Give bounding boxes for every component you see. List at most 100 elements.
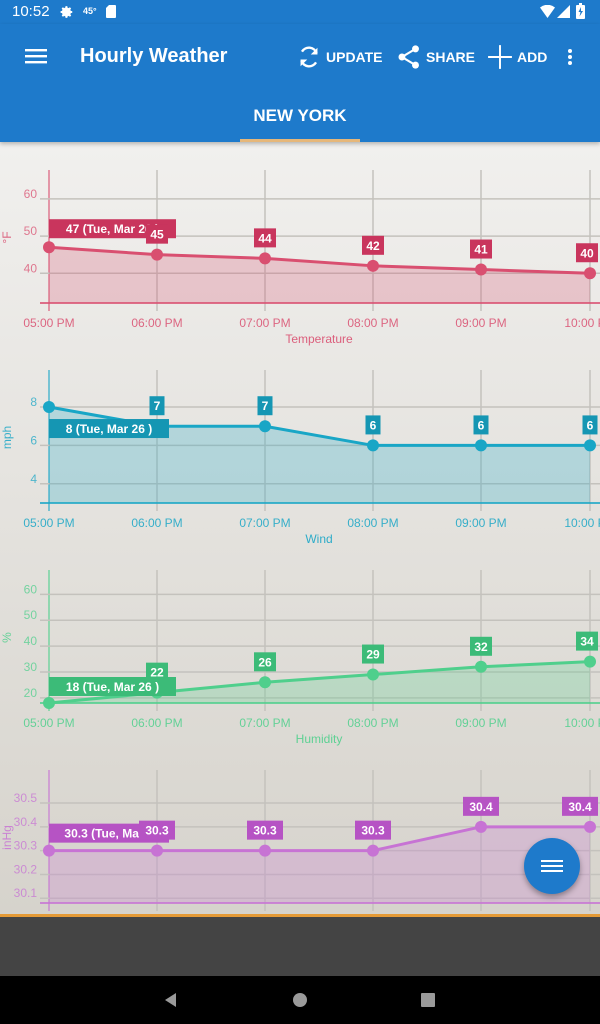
hamburger-icon[interactable] <box>22 44 50 68</box>
data-point <box>151 844 163 857</box>
x-tick-label: 10:00 PM <box>564 516 600 530</box>
x-tick-label: 08:00 PM <box>347 516 398 530</box>
data-label: 34 <box>580 635 594 649</box>
x-tick-label: 10:00 PM <box>564 716 600 730</box>
home-icon[interactable] <box>290 990 310 1010</box>
data-label: 45 <box>150 228 164 242</box>
x-tick-label: 06:00 PM <box>131 316 182 330</box>
update-button[interactable]: UPDATE <box>296 42 383 72</box>
more-vert-icon <box>568 49 572 65</box>
data-point <box>475 263 487 276</box>
chart-temperature: 40 50 60 47 (Tue, Mar 26 )45 44 42 41 40 05:00 P… <box>0 170 600 346</box>
x-tick-label: 05:00 PM <box>23 316 74 330</box>
data-point <box>475 439 487 452</box>
system-nav-bar <box>0 976 600 1024</box>
tab-label: NEW YORK <box>253 106 347 125</box>
gear-icon <box>60 6 73 18</box>
data-point <box>43 697 55 709</box>
chart-humidity: 20 30 40 50 60 18 (Tue, Mar 26 )22 26 29 32 34 05:… <box>0 570 600 746</box>
y-tick-label: 30.2 <box>14 862 38 876</box>
data-point <box>43 241 55 254</box>
plus-icon <box>488 45 512 69</box>
x-tick-label: 08:00 PM <box>347 316 398 330</box>
back-icon[interactable] <box>162 990 182 1010</box>
y-tick-label: 50 <box>24 608 38 622</box>
data-point <box>584 820 596 833</box>
refresh-icon <box>300 46 318 68</box>
charts-container[interactable]: 40 50 60 47 (Tue, Mar 26 ) 45 44 42 41 40 05:00 P… <box>0 142 600 914</box>
data-point <box>367 668 379 681</box>
wifi-icon <box>540 5 555 18</box>
data-point <box>475 660 487 673</box>
data-label: 22 <box>150 666 164 680</box>
data-label: 26 <box>258 655 272 669</box>
data-label: 40 <box>580 246 594 260</box>
data-point <box>475 820 487 833</box>
more-options-button[interactable] <box>562 42 578 72</box>
x-tick-label: 05:00 PM <box>23 716 74 730</box>
recents-icon[interactable] <box>418 990 438 1010</box>
y-tick-label: 60 <box>24 582 38 596</box>
y-tick-label: 30.5 <box>14 791 38 805</box>
y-axis-title: inHg <box>0 825 14 850</box>
data-label: 6 <box>478 418 485 432</box>
app-title: Hourly Weather <box>80 45 228 67</box>
data-point <box>259 844 271 857</box>
data-label: 18 (Tue, Mar 26 ) <box>66 680 159 694</box>
tab-indicator <box>240 139 360 142</box>
data-point <box>259 252 271 265</box>
data-label: 6 <box>370 418 377 432</box>
y-tick-label: 20 <box>24 686 38 700</box>
x-tick-label: 06:00 PM <box>131 516 182 530</box>
data-label: 30.3 <box>145 824 169 838</box>
x-axis-title: Wind <box>305 532 332 546</box>
x-tick-label: 09:00 PM <box>455 716 506 730</box>
data-label: 44 <box>258 231 272 245</box>
share-button[interactable]: SHARE <box>396 42 475 72</box>
status-time: 10:52 <box>12 3 50 20</box>
tab-new-york[interactable]: NEW YORK <box>240 98 360 142</box>
data-point <box>584 267 596 280</box>
data-label: 29 <box>366 648 380 662</box>
data-label: 30.3 <box>361 824 385 838</box>
x-tick-label: 10:00 PM <box>564 316 600 330</box>
app-bar: Hourly Weather UPDATE SHARE ADD NEW YORK <box>0 24 600 142</box>
battery-icon <box>576 3 585 19</box>
x-axis-title: Temperature <box>285 332 353 346</box>
x-tick-label: 07:00 PM <box>239 516 290 530</box>
data-point <box>584 655 596 668</box>
data-point <box>584 439 596 452</box>
add-label: ADD <box>517 49 548 65</box>
y-tick-label: 8 <box>30 395 37 409</box>
data-point <box>367 439 379 452</box>
bottom-panel <box>0 917 600 976</box>
data-point <box>259 420 271 433</box>
data-point <box>43 844 55 857</box>
y-axis-title: mph <box>0 426 14 449</box>
y-axis-title: % <box>0 632 14 643</box>
x-tick-label: 07:00 PM <box>239 316 290 330</box>
data-label: 7 <box>154 399 161 413</box>
data-point <box>43 401 55 414</box>
sd-card-icon <box>106 5 116 18</box>
x-tick-label: 09:00 PM <box>455 516 506 530</box>
y-tick-label: 30.1 <box>14 886 38 900</box>
y-tick-label: 30.3 <box>14 839 38 853</box>
fab-menu-button[interactable] <box>524 838 580 894</box>
share-icon <box>398 45 419 69</box>
data-label: 8 (Tue, Mar 26 ) <box>66 422 152 436</box>
area-fill <box>49 247 590 303</box>
chart-wind: 4688 (Tue, Mar 26 )7 76 6 605:00 PM 06:00 PM… <box>0 370 600 546</box>
chart-pressure: 30.130.230.330.430.530.3 (Tue, Mar 230.3… <box>0 770 600 911</box>
signal-icon <box>557 5 570 18</box>
add-button[interactable]: ADD <box>487 42 547 72</box>
y-tick-label: 40 <box>24 634 38 648</box>
x-tick-label: 07:00 PM <box>239 716 290 730</box>
charts-svg: 40 50 60 47 (Tue, Mar 26 )45 44 42 41 40 05:00 P… <box>0 170 600 911</box>
y-tick-label: 6 <box>30 433 37 447</box>
y-tick-label: 30 <box>24 660 38 674</box>
y-tick-label: 60 <box>24 187 38 201</box>
data-label: 7 <box>262 399 269 413</box>
status-bar: 10:52 45° <box>0 0 600 24</box>
data-label: 47 (Tue, Mar 26 ) <box>66 222 159 236</box>
